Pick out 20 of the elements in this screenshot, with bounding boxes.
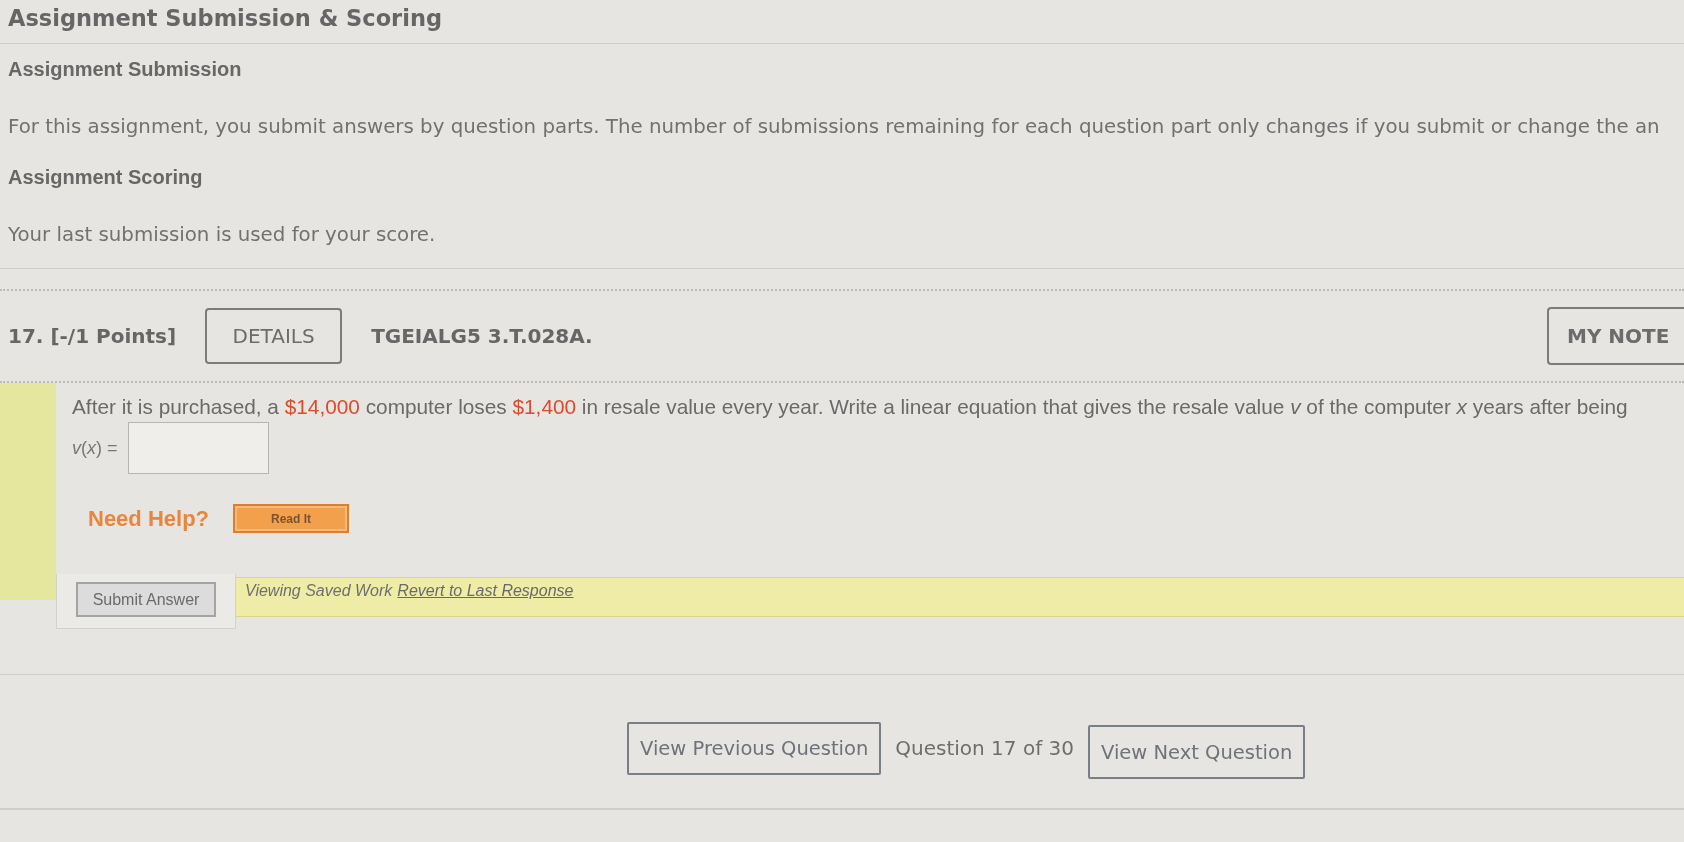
next-question-button[interactable]: View Next Question [1088, 725, 1306, 779]
answer-field[interactable] [127, 422, 269, 474]
question-prompt: After it is purchased, a $14,000 computer loses $1,400 in resale value every year. Write a linear equation that gives the resale value v of the computer x years after being [72, 395, 1629, 419]
question-points: 17. [-/1 Points] [8, 324, 177, 348]
previous-question-button[interactable]: View Previous Question [627, 721, 882, 775]
question-code: TGEIALG5 3.T.028A. [371, 324, 593, 348]
section-text: For this assignment, you submit answers by question parts. The number of submissions remaining for each question part only changes if you submit or change the an [8, 114, 1661, 140]
section-heading: Assignment Submission [8, 57, 243, 81]
section-text: Your last submission is used for your score. [8, 222, 437, 248]
notes-button[interactable]: MY NOTE [1547, 307, 1684, 365]
read-it-button[interactable]: Read It [233, 504, 350, 533]
question-counter: Question 17 of 30 [895, 736, 1074, 760]
help-label: Need Help? [88, 505, 210, 532]
details-button[interactable]: DETAILS [205, 308, 343, 364]
page-title: Assignment Submission & Scoring [0, 0, 1684, 44]
saved-work-text: Viewing Saved Work [245, 582, 393, 600]
section-heading: Assignment Scoring [8, 165, 204, 189]
submit-button[interactable]: Submit Answer [76, 582, 216, 617]
answer-label: v(x) = [72, 437, 118, 459]
revert-link[interactable]: Revert to Last Response [397, 582, 574, 600]
